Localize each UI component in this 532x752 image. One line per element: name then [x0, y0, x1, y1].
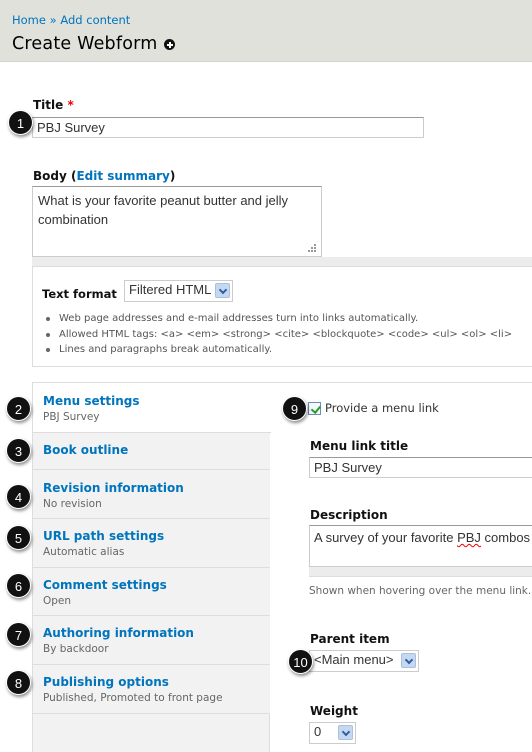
text-format-selected: Filtered HTML — [129, 282, 212, 297]
description-resize-bar[interactable] — [309, 567, 532, 577]
callout-badge-5: 5 — [6, 525, 31, 550]
callout-badge-3: 3 — [6, 438, 31, 463]
provide-menu-link-checkbox[interactable] — [308, 402, 321, 415]
vtab-title: Publishing options — [43, 675, 169, 689]
description-label: Description — [310, 508, 388, 522]
text-format-wrapper: Text format Filtered HTML Web page addre… — [32, 267, 532, 367]
title-label-text: Title — [33, 98, 64, 112]
page-title: Create Webform — [12, 34, 158, 54]
vtab-summary: Open — [43, 595, 72, 607]
title-label: Title * — [33, 98, 74, 112]
description-help-text: Shown when hovering over the menu link. — [309, 585, 532, 597]
page-header: Home » Add content Create Webform — [0, 0, 532, 62]
chevron-down-icon — [401, 653, 416, 668]
body-label: Body (Edit summary) — [33, 169, 175, 183]
vtab-summary: By backdoor — [43, 643, 109, 655]
chevron-down-icon — [215, 283, 230, 298]
breadcrumb-separator: » — [49, 13, 57, 27]
vtab-publishing-options[interactable]: Publishing options Published, Promoted t… — [33, 665, 270, 714]
vtab-summary: PBJ Survey — [43, 411, 100, 423]
title-input[interactable] — [32, 117, 424, 138]
weight-label: Weight — [310, 704, 358, 718]
callout-badge-4: 4 — [6, 484, 31, 509]
callout-badge-10: 10 — [288, 649, 313, 674]
callout-badge-6: 6 — [6, 573, 31, 598]
format-tip: Lines and paragraphs break automatically… — [43, 342, 512, 358]
callout-badge-8: 8 — [6, 670, 31, 695]
vertical-tab-list: Menu settings PBJ Survey Book outline Re… — [33, 383, 271, 752]
body-label-prefix: Body ( — [33, 169, 77, 183]
body-label-suffix: ) — [169, 169, 176, 183]
vtab-title: Authoring information — [43, 626, 194, 640]
parent-item-select[interactable]: <Main menu> — [309, 650, 419, 672]
breadcrumb-home-link[interactable]: Home — [12, 13, 46, 27]
body-text: What is your favorite peanut butter and … — [38, 193, 289, 227]
weight-select[interactable]: 0 — [309, 722, 356, 744]
required-marker: * — [67, 98, 74, 112]
resize-grip-icon[interactable] — [308, 244, 316, 252]
vtab-book-outline[interactable]: Book outline — [33, 433, 270, 470]
vtab-menu-settings[interactable]: Menu settings PBJ Survey — [33, 383, 271, 433]
text-format-select[interactable]: Filtered HTML — [124, 280, 233, 302]
breadcrumb-add-content-link[interactable]: Add content — [60, 13, 130, 27]
vtab-summary: Published, Promoted to front page — [43, 692, 223, 704]
weight-selected: 0 — [314, 724, 322, 739]
provide-menu-link-label[interactable]: Provide a menu link — [325, 401, 439, 415]
edit-summary-link[interactable]: Edit summary — [76, 169, 169, 183]
vtab-title: Revision information — [43, 481, 184, 495]
vtab-title: Menu settings — [43, 394, 140, 408]
vtab-authoring-information[interactable]: Authoring information By backdoor — [33, 616, 270, 665]
callout-badge-1: 1 — [8, 110, 33, 135]
format-tips-list: Web page addresses and e-mail addresses … — [43, 311, 512, 358]
textarea-resize-bar[interactable] — [32, 257, 532, 267]
misspelled-word: PBJ — [457, 530, 481, 545]
format-tip: Allowed HTML tags: <a> <em> <strong> <ci… — [43, 327, 512, 343]
callout-badge-7: 7 — [6, 622, 31, 647]
description-text-before: A survey of your favorite — [314, 530, 458, 545]
parent-item-selected: <Main menu> — [314, 652, 394, 667]
callout-badge-9: 9 — [282, 396, 307, 421]
menu-link-title-label: Menu link title — [310, 439, 409, 453]
vtab-summary: Automatic alias — [43, 546, 125, 558]
breadcrumb: Home » Add content — [12, 13, 130, 27]
format-tip: Web page addresses and e-mail addresses … — [43, 311, 512, 327]
vtab-title: URL path settings — [43, 529, 165, 543]
description-text-after: combos — [480, 530, 531, 545]
callout-badge-2: 2 — [6, 396, 31, 421]
vtab-title: Comment settings — [43, 578, 167, 592]
vtab-summary: No revision — [43, 498, 102, 510]
description-textarea[interactable]: A survey of your favorite PBJ combos — [309, 525, 532, 567]
body-textarea[interactable]: What is your favorite peanut butter and … — [32, 186, 322, 257]
text-format-label: Text format — [42, 287, 117, 301]
vtab-comment-settings[interactable]: Comment settings Open — [33, 568, 270, 616]
parent-item-label: Parent item — [310, 632, 390, 646]
chevron-down-icon — [338, 725, 353, 740]
vtab-title: Book outline — [43, 443, 129, 457]
plus-circle-icon[interactable] — [164, 39, 175, 50]
vtab-revision-information[interactable]: Revision information No revision — [33, 470, 270, 519]
menu-link-title-input[interactable] — [309, 457, 532, 478]
vtab-url-path-settings[interactable]: URL path settings Automatic alias — [33, 519, 270, 568]
